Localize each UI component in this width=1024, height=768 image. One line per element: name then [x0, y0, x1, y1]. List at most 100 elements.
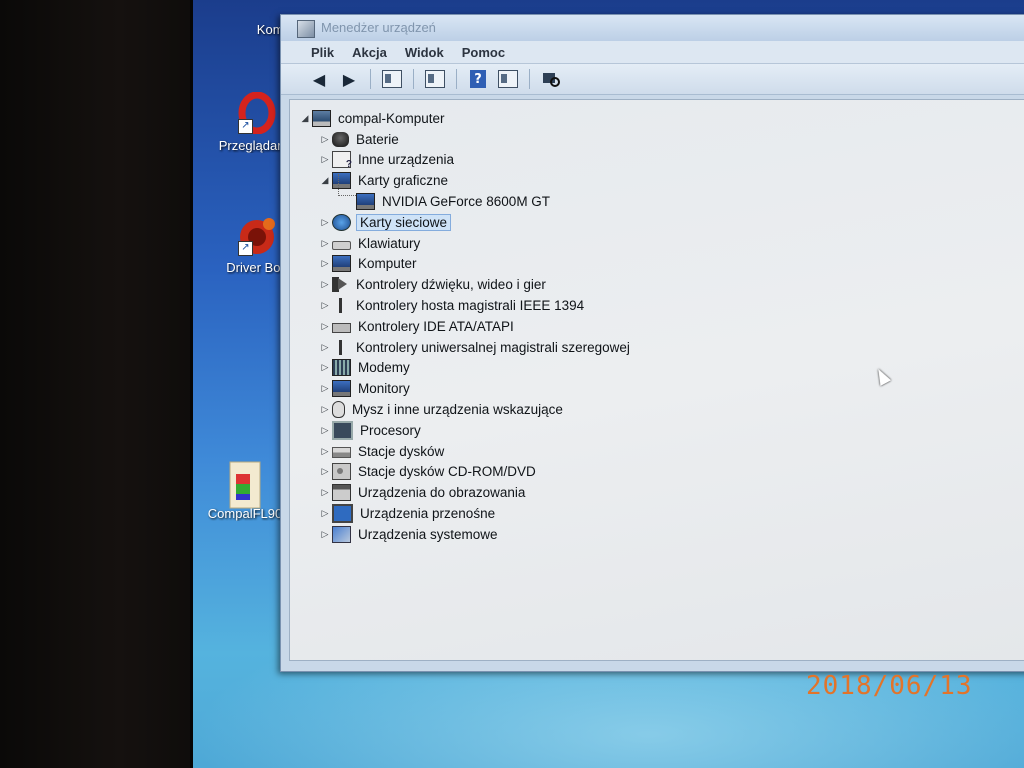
- tree-spacer: ·: [342, 197, 356, 207]
- expand-arrow-icon[interactable]: ▷: [318, 425, 332, 436]
- desktop-icon-folder[interactable]: CompalFL90: [200, 460, 290, 521]
- forward-arrow-icon[interactable]: ▶: [337, 68, 361, 90]
- action-pane-icon[interactable]: [496, 68, 520, 90]
- show-hide-console-tree-icon[interactable]: [380, 68, 404, 90]
- tree-category-label: Urządzenia do obrazowania: [358, 485, 526, 501]
- tree-category-node[interactable]: ▷ Urządzenia systemowe: [298, 524, 632, 545]
- expand-arrow-icon[interactable]: ▷: [318, 446, 332, 457]
- toolbar-separator: [456, 69, 457, 89]
- tree-category-label: Modemy: [358, 360, 410, 376]
- tree-category-label: Stacje dysków CD-ROM/DVD: [358, 464, 536, 480]
- network-adapter-icon: [332, 213, 351, 231]
- computer-icon: [332, 255, 351, 273]
- monitor-icon: [332, 380, 351, 398]
- expand-arrow-icon[interactable]: ▷: [318, 154, 332, 165]
- properties-icon[interactable]: [423, 68, 447, 90]
- menu-file[interactable]: Plik: [311, 45, 334, 60]
- expand-arrow-icon[interactable]: ▷: [318, 487, 332, 498]
- tree-category-label: Kontrolery IDE ATA/ATAPI: [358, 318, 514, 334]
- tree-category-node[interactable]: ▷ Klawiatury: [298, 233, 632, 254]
- usb-icon: [332, 339, 349, 355]
- tree-category-node[interactable]: ▷ Urządzenia do obrazowania: [298, 482, 632, 503]
- tree-category-node[interactable]: ▷ Inne urządzenia: [298, 150, 632, 170]
- device-tree-pane[interactable]: ◢ compal-Komputer ▷ Baterie ▷ Inne urządzen…: [289, 99, 1024, 661]
- back-arrow-icon[interactable]: ◀: [307, 68, 331, 90]
- window-titlebar[interactable]: Menedżer urządzeń: [281, 15, 1024, 41]
- tree-category-label: Urządzenia systemowe: [358, 526, 498, 542]
- display-adapter-icon: [332, 172, 351, 190]
- tree-root-node[interactable]: ◢ compal-Komputer: [298, 108, 632, 129]
- collapse-arrow-icon[interactable]: ◢: [318, 175, 332, 186]
- expand-arrow-icon[interactable]: ▷: [318, 342, 332, 353]
- tree-category-label: Karty graficzne: [358, 173, 449, 189]
- tree-category-label: Stacje dysków: [358, 443, 445, 459]
- tree-category-label: Procesory: [360, 422, 421, 438]
- shortcut-arrow-icon: ↗: [238, 241, 253, 256]
- expand-arrow-icon[interactable]: ▷: [318, 529, 332, 540]
- tree-category-node[interactable]: ◢ Karty graficzne: [298, 170, 632, 191]
- disk-drive-icon: [332, 447, 351, 459]
- expand-arrow-icon[interactable]: ▷: [318, 300, 332, 311]
- folder-icon: [224, 460, 266, 509]
- shortcut-arrow-icon: ↗: [238, 119, 253, 134]
- sound-icon: [332, 277, 349, 293]
- tree-category-label: Karty sieciowe: [356, 213, 452, 231]
- tree-connector-line: [338, 174, 339, 196]
- help-icon[interactable]: ?: [466, 68, 490, 90]
- menu-action[interactable]: Akcja: [352, 45, 387, 60]
- expand-arrow-icon[interactable]: ▷: [318, 279, 332, 290]
- tree-category-node[interactable]: ▷ Procesory: [298, 420, 632, 441]
- expand-arrow-icon[interactable]: ▷: [318, 217, 332, 228]
- expand-arrow-icon[interactable]: ▷: [318, 404, 332, 415]
- tree-category-label: Kontrolery dźwięku, wideo i gier: [356, 277, 546, 293]
- tree-category-label: Inne urządzenia: [358, 152, 455, 168]
- scan-hardware-icon[interactable]: [539, 68, 563, 90]
- modem-icon: [332, 359, 351, 377]
- tree-category-node[interactable]: ▷ Stacje dysków CD-ROM/DVD: [298, 462, 632, 483]
- toolbar: ◀ ▶ ?: [281, 64, 1024, 95]
- collapse-arrow-icon[interactable]: ◢: [298, 113, 312, 124]
- tree-device-label: NVIDIA GeForce 8600M GT: [382, 194, 551, 210]
- window-title: Menedżer urządzeń: [321, 20, 436, 35]
- expand-arrow-icon[interactable]: ▷: [318, 321, 332, 332]
- expand-arrow-icon[interactable]: ▷: [318, 508, 332, 519]
- tree-category-node[interactable]: ▷ Baterie: [298, 129, 632, 150]
- tree-category-node[interactable]: ▷ Karty sieciowe: [298, 212, 632, 233]
- opera-browser-icon: ↗: [236, 91, 278, 135]
- expand-arrow-icon[interactable]: ▷: [318, 383, 332, 394]
- device-category-list: ▷ Baterie ▷ Inne urządzenia ◢ Karty graficzne…: [298, 129, 632, 545]
- menu-view[interactable]: Widok: [405, 45, 444, 60]
- keyboard-icon: [332, 240, 351, 250]
- ide-controller-icon: [332, 323, 351, 334]
- expand-arrow-icon[interactable]: ▷: [318, 466, 332, 477]
- computer-icon: [312, 109, 331, 127]
- expand-arrow-icon[interactable]: ▷: [318, 362, 332, 373]
- tree-category-node[interactable]: ▷ Kontrolery IDE ATA/ATAPI: [298, 316, 632, 337]
- tree-category-node[interactable]: ▷ Kontrolery dźwięku, wideo i gier: [298, 274, 632, 295]
- tree-category-label: Kontrolery uniwersalnej magistrali szere…: [356, 339, 630, 355]
- tree-connector-line: [338, 195, 356, 196]
- expand-arrow-icon[interactable]: ▷: [318, 258, 332, 269]
- expand-arrow-icon[interactable]: ▷: [318, 134, 332, 145]
- expand-arrow-icon[interactable]: ▷: [318, 238, 332, 249]
- device-manager-window: Menedżer urządzeń Plik Akcja Widok Pomoc…: [280, 14, 1024, 672]
- portable-device-icon: [332, 504, 353, 524]
- tree-category-label: Komputer: [358, 256, 417, 272]
- toolbar-separator: [413, 69, 414, 89]
- tree-category-node[interactable]: ▷ Komputer: [298, 254, 632, 275]
- tree-category-node[interactable]: ▷ Kontrolery uniwersalnej magistrali szer…: [298, 337, 632, 358]
- tree-category-node[interactable]: ▷ Stacje dysków: [298, 441, 632, 462]
- imaging-device-icon: [332, 484, 351, 502]
- tree-category-node[interactable]: ▷ Modemy: [298, 358, 632, 379]
- tree-category-node[interactable]: ▷ Kontrolery hosta magistrali IEEE 1394: [298, 295, 632, 316]
- tree-category-label: Klawiatury: [358, 235, 421, 251]
- menu-help[interactable]: Pomoc: [462, 45, 505, 60]
- tree-category-node[interactable]: ▷ Mysz i inne urządzenia wskazujące: [298, 399, 632, 420]
- mouse-icon: [332, 401, 345, 419]
- menu-bar: Plik Akcja Widok Pomoc: [281, 41, 1024, 64]
- processor-icon: [332, 420, 353, 440]
- tree-root-label: compal-Komputer: [338, 110, 445, 126]
- tree-category-node[interactable]: ▷ Urządzenia przenośne: [298, 503, 632, 524]
- other-devices-icon: [332, 151, 352, 170]
- tree-category-node[interactable]: ▷ Monitory: [298, 378, 632, 399]
